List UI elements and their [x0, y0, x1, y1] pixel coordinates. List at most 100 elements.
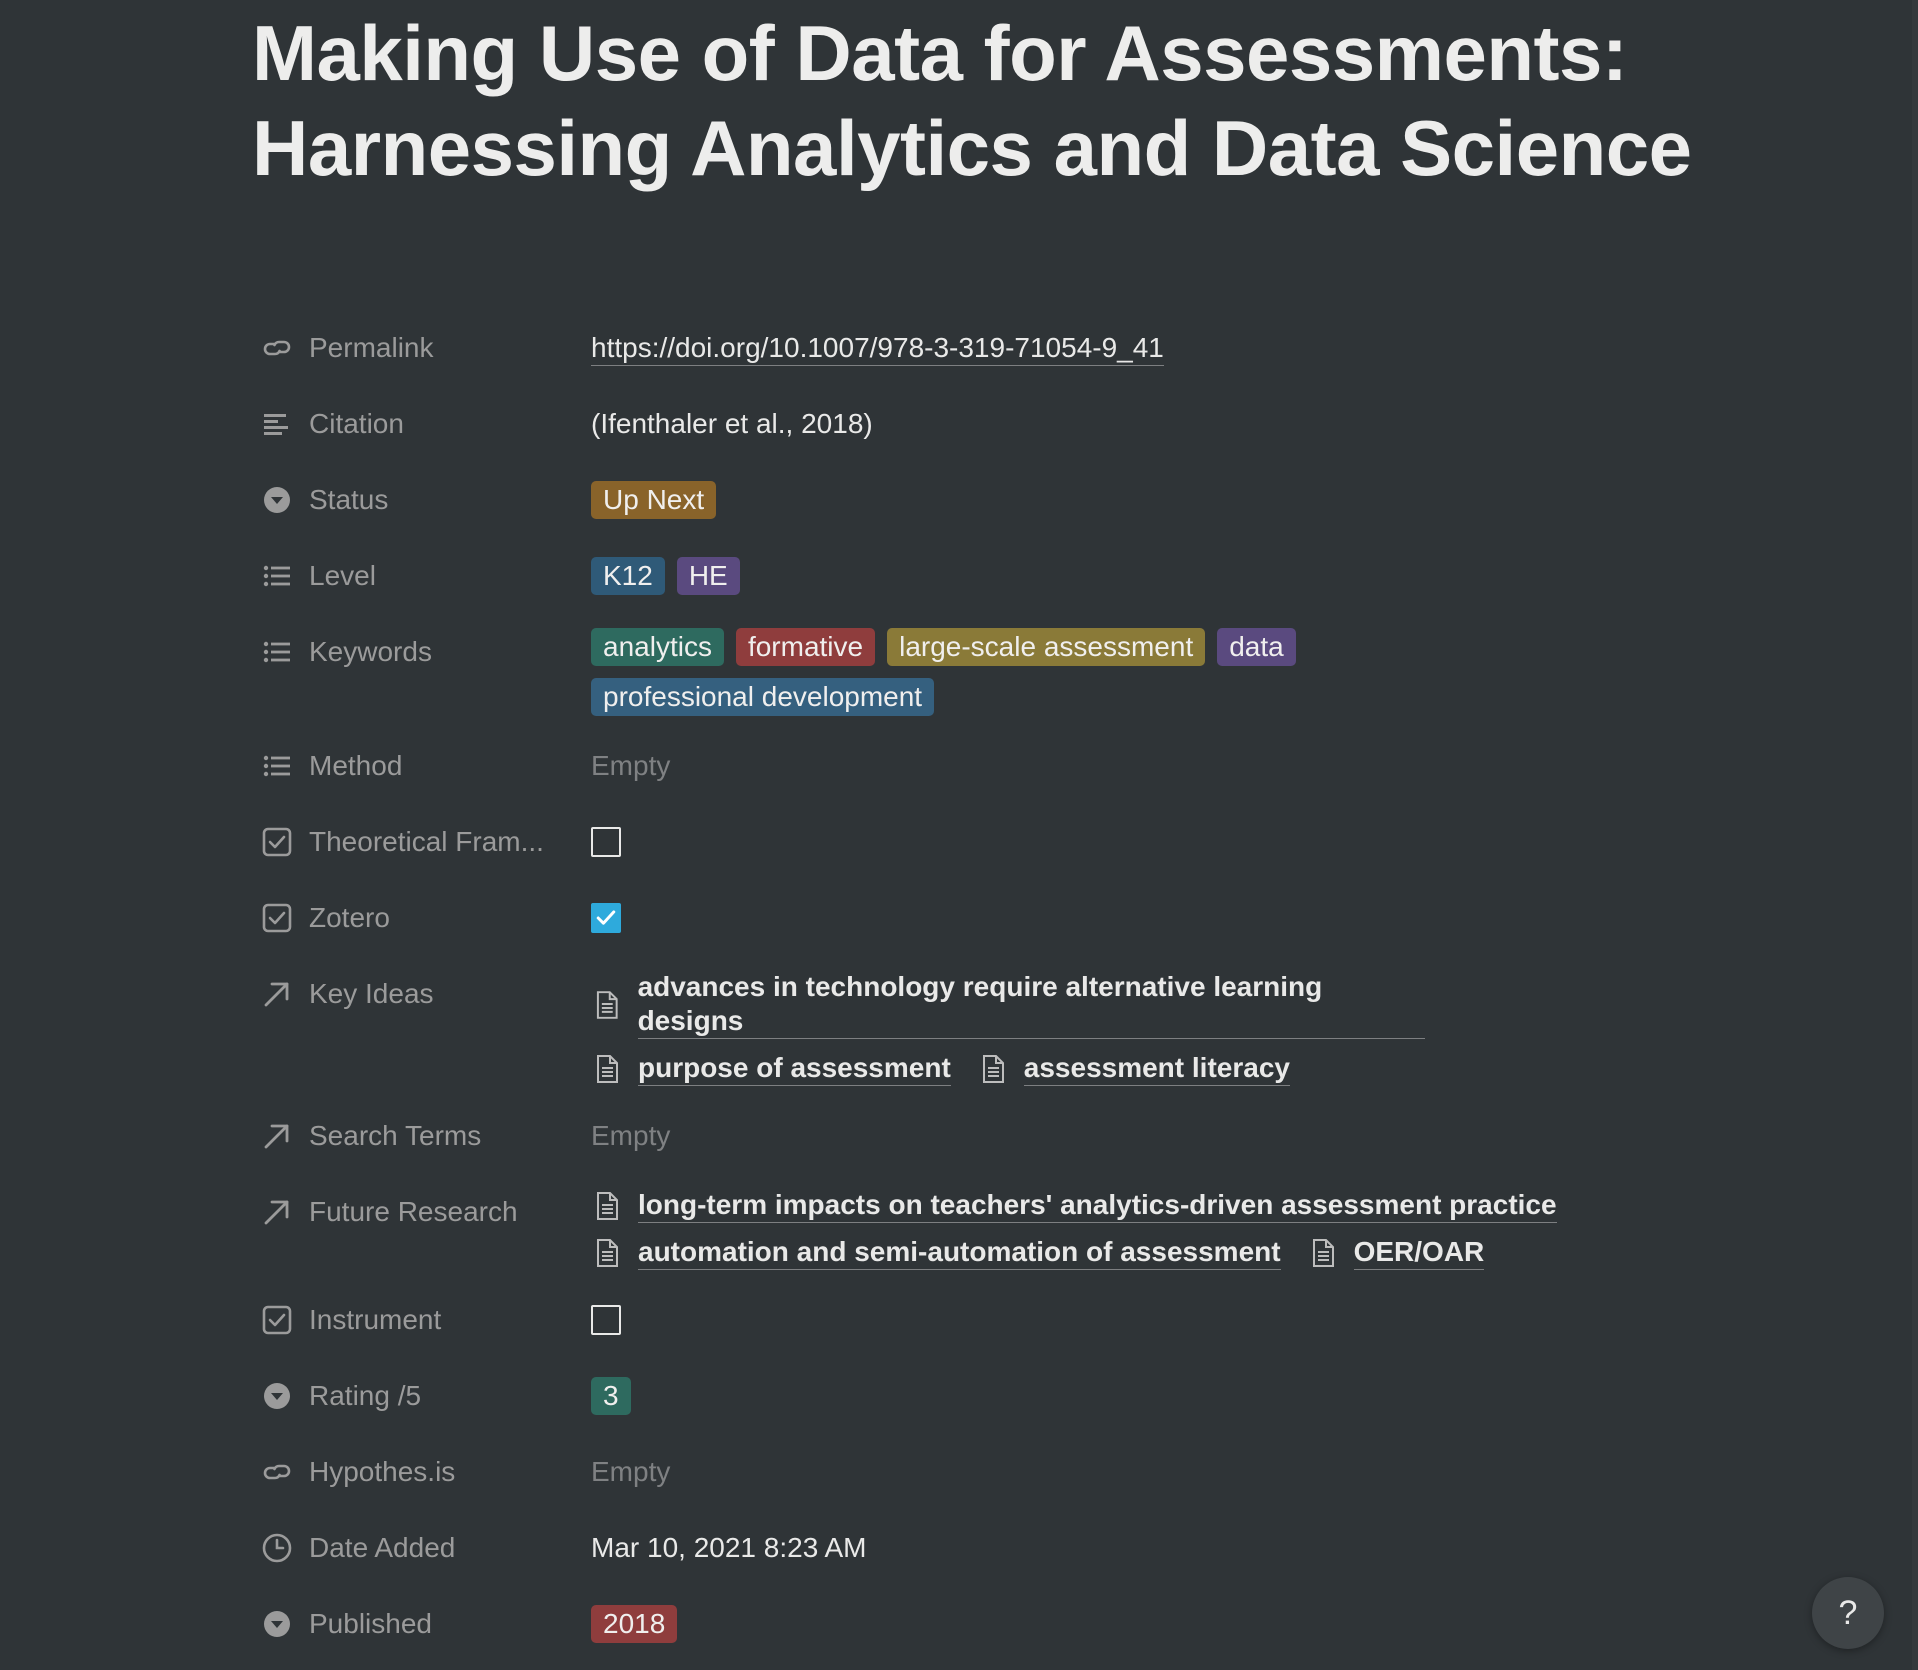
- level-tag[interactable]: HE: [676, 557, 740, 595]
- property-value-key-ideas[interactable]: advances in technology require alternati…: [591, 970, 1451, 1086]
- property-value-keywords[interactable]: analytics formative large-scale assessme…: [591, 628, 1391, 716]
- property-label: Citation: [309, 408, 404, 439]
- help-button[interactable]: ?: [1812, 1577, 1884, 1649]
- clock-icon: [260, 1531, 294, 1565]
- property-search-terms: Search Terms Empty: [252, 1100, 1712, 1176]
- page-link[interactable]: assessment literacy: [977, 1051, 1290, 1086]
- property-value-future-research[interactable]: long-term impacts on teachers' analytics…: [591, 1188, 1591, 1270]
- property-name-instrument[interactable]: Instrument: [252, 1296, 591, 1344]
- date-added-text: Mar 10, 2021 8:23 AM: [591, 1532, 867, 1563]
- page-header: Making Use of Data for Assessments: Harn…: [252, 0, 1702, 196]
- property-name-date-added[interactable]: Date Added: [252, 1524, 591, 1572]
- property-keywords: Keywords analytics formative large-scale…: [252, 616, 1712, 730]
- relation-arrow-icon: [260, 1119, 294, 1153]
- property-value-instrument: [591, 1296, 1712, 1344]
- property-name-search-terms[interactable]: Search Terms: [252, 1112, 591, 1160]
- page-link-title[interactable]: long-term impacts on teachers' analytics…: [638, 1188, 1557, 1223]
- page-link-title[interactable]: automation and semi-automation of assess…: [638, 1235, 1281, 1270]
- page-title[interactable]: Making Use of Data for Assessments: Harn…: [252, 6, 1702, 196]
- property-label: Zotero: [309, 902, 390, 933]
- property-status: Status Up Next: [252, 464, 1712, 540]
- page-icon: [597, 1054, 618, 1083]
- page-link[interactable]: advances in technology require alternati…: [591, 970, 1425, 1039]
- property-permalink: Permalink https://doi.org/10.1007/978-3-…: [252, 312, 1712, 388]
- page-link-title[interactable]: assessment literacy: [1023, 1051, 1290, 1086]
- keyword-tag[interactable]: large-scale assessment: [887, 628, 1206, 666]
- property-value-status[interactable]: Up Next: [591, 476, 1712, 524]
- checkbox-icon: [260, 1303, 294, 1337]
- link-icon: [260, 331, 294, 365]
- property-label: Future Research: [309, 1196, 518, 1227]
- property-value-theoretical-framework: [591, 818, 1712, 866]
- page-link-title[interactable]: purpose of assessment: [638, 1051, 951, 1086]
- multi-select-icon: [260, 635, 294, 669]
- keyword-tag[interactable]: analytics: [591, 628, 724, 666]
- rating-tag[interactable]: 3: [591, 1377, 631, 1415]
- select-icon: [260, 1607, 294, 1641]
- empty-placeholder: Empty: [591, 750, 671, 781]
- property-name-status[interactable]: Status: [252, 476, 591, 524]
- page-link-title[interactable]: OER/OAR: [1353, 1235, 1485, 1270]
- property-value-search-terms[interactable]: Empty: [591, 1112, 1712, 1160]
- property-name-published[interactable]: Published: [252, 1600, 591, 1648]
- property-key-ideas: Key Ideas advances in technology require…: [252, 958, 1712, 1100]
- published-tag[interactable]: 2018: [591, 1605, 678, 1643]
- property-label: Date Added: [309, 1532, 456, 1563]
- property-value-permalink[interactable]: https://doi.org/10.1007/978-3-319-71054-…: [591, 324, 1712, 372]
- property-name-hypothesis[interactable]: Hypothes.is: [252, 1448, 591, 1496]
- property-zotero: Zotero: [252, 882, 1712, 958]
- property-value-hypothesis[interactable]: Empty: [591, 1448, 1712, 1496]
- property-citation: Citation (Ifenthaler et al., 2018): [252, 388, 1712, 464]
- property-label: Keywords: [309, 636, 432, 667]
- property-name-method[interactable]: Method: [252, 742, 591, 790]
- checkbox-icon: [260, 901, 294, 935]
- property-value-citation[interactable]: (Ifenthaler et al., 2018): [591, 400, 1712, 448]
- property-name-citation[interactable]: Citation: [252, 400, 591, 448]
- property-level: Level K12 HE: [252, 540, 1712, 616]
- relation-arrow-icon: [260, 1195, 294, 1229]
- property-value-zotero: [591, 894, 1712, 942]
- property-value-level[interactable]: K12 HE: [591, 552, 1712, 600]
- multi-select-icon: [260, 749, 294, 783]
- property-name-keywords[interactable]: Keywords: [252, 628, 591, 676]
- text-icon: [260, 407, 294, 441]
- property-value-rating[interactable]: 3: [591, 1372, 1712, 1420]
- property-name-rating[interactable]: Rating /5: [252, 1372, 591, 1420]
- level-tag[interactable]: K12: [591, 557, 665, 595]
- multi-select-icon: [260, 559, 294, 593]
- keyword-tag[interactable]: data: [1217, 628, 1296, 666]
- empty-placeholder: Empty: [591, 1120, 671, 1151]
- page-icon: [982, 1054, 1004, 1083]
- property-label: Hypothes.is: [309, 1456, 456, 1487]
- property-name-permalink[interactable]: Permalink: [252, 324, 591, 372]
- property-instrument: Instrument: [252, 1284, 1712, 1360]
- property-name-level[interactable]: Level: [252, 552, 591, 600]
- page-link[interactable]: purpose of assessment: [591, 1051, 951, 1086]
- permalink-url[interactable]: https://doi.org/10.1007/978-3-319-71054-…: [591, 331, 1164, 366]
- property-value-method[interactable]: Empty: [591, 742, 1712, 790]
- scrollbar-track[interactable]: [1912, 0, 1918, 1670]
- property-label: Status: [309, 484, 389, 515]
- page-link[interactable]: automation and semi-automation of assess…: [591, 1235, 1281, 1270]
- property-name-theoretical-framework[interactable]: Theoretical Fram...: [252, 818, 591, 866]
- page-link[interactable]: OER/OAR: [1307, 1235, 1485, 1270]
- checkmark-icon: [596, 910, 616, 925]
- property-value-published[interactable]: 2018: [591, 1600, 1712, 1648]
- property-hypothesis: Hypothes.is Empty: [252, 1436, 1712, 1512]
- property-label: Instrument: [309, 1304, 442, 1335]
- property-name-key-ideas[interactable]: Key Ideas: [252, 970, 591, 1018]
- property-future-research: Future Research long-term impacts on tea…: [252, 1176, 1712, 1284]
- theoretical-framework-checkbox[interactable]: [591, 827, 621, 857]
- property-name-future-research[interactable]: Future Research: [252, 1188, 591, 1236]
- property-name-zotero[interactable]: Zotero: [252, 894, 591, 942]
- page-link[interactable]: long-term impacts on teachers' analytics…: [591, 1188, 1557, 1223]
- page-link-title[interactable]: advances in technology require alternati…: [637, 970, 1425, 1039]
- status-tag[interactable]: Up Next: [591, 481, 717, 519]
- zotero-checkbox[interactable]: [591, 903, 621, 933]
- property-value-date-added: Mar 10, 2021 8:23 AM: [591, 1524, 1712, 1572]
- property-label: Permalink: [309, 332, 434, 363]
- keyword-tag[interactable]: professional development: [591, 678, 935, 716]
- keyword-tag[interactable]: formative: [735, 628, 876, 666]
- instrument-checkbox[interactable]: [591, 1305, 621, 1335]
- property-label: Theoretical Fram...: [309, 826, 544, 857]
